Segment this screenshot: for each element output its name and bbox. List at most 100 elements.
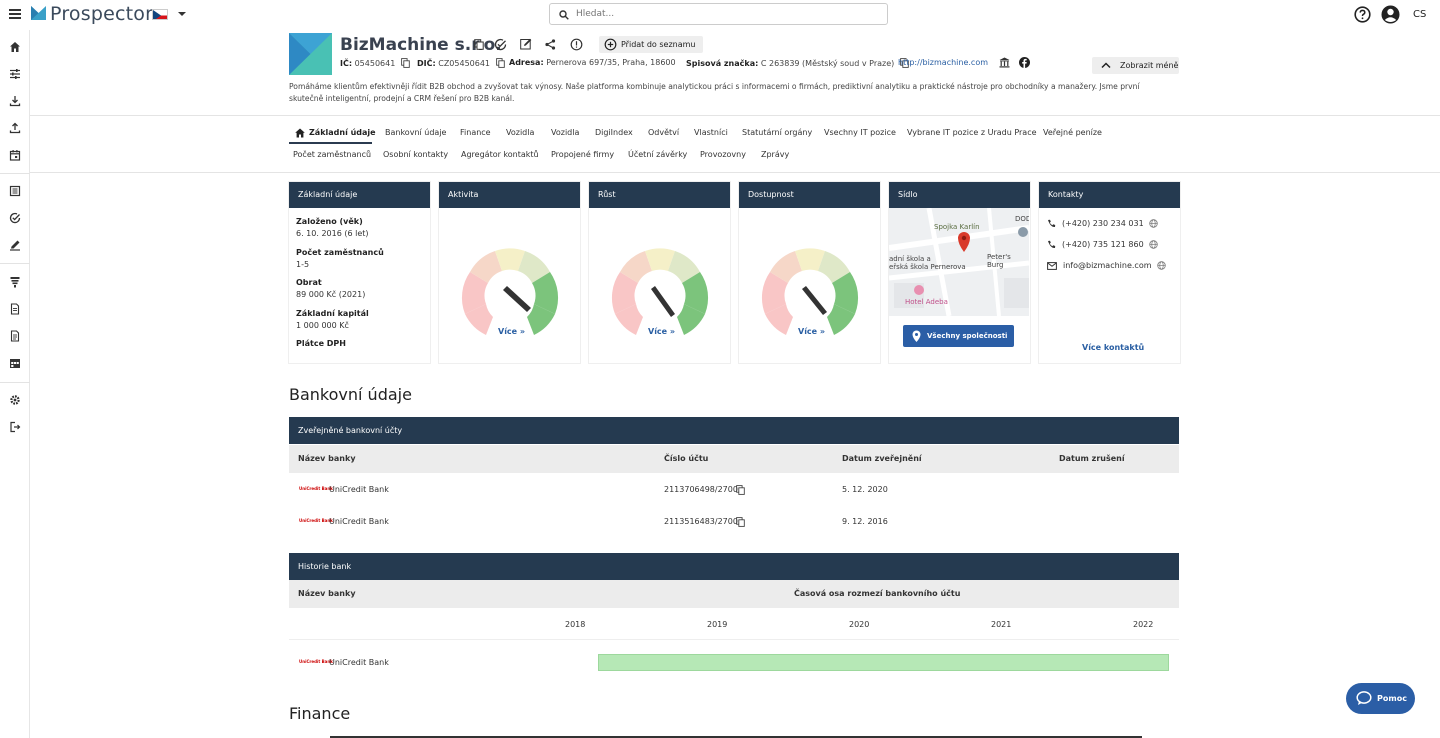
copy-icon[interactable] (736, 485, 745, 495)
tab-vozidla-2[interactable]: Vozidla (551, 128, 579, 137)
tab-pocet-zamestnancu[interactable]: Počet zaměstnanců (293, 150, 371, 159)
bank-building-icon[interactable] (999, 57, 1010, 68)
phone-2-value[interactable]: (+420) 735 121 860 (1062, 240, 1144, 249)
edit-icon[interactable] (9, 239, 21, 251)
copy-icon[interactable] (401, 58, 410, 68)
card-activity: Aktivita Více » (439, 182, 580, 363)
growth-more-link[interactable]: Více » (648, 327, 675, 336)
unicredit-logo: UniCredit Bank (299, 486, 333, 491)
language-code[interactable]: CS (1413, 9, 1426, 20)
company-address: Adresa: Pernerova 697/35, Praha, 18600 (509, 58, 676, 67)
email-value[interactable]: info@bizmachine.com (1063, 261, 1152, 270)
show-less-button[interactable]: Zobrazit méně (1092, 57, 1179, 74)
logout-icon[interactable] (9, 421, 21, 433)
timeline-year-2021: 2021 (991, 620, 1012, 629)
tab-statutarni-organy[interactable]: Statutární orgány (742, 128, 812, 137)
card-basic-info-title: Základní údaje (289, 182, 430, 208)
revenue-label: Obrat (296, 278, 322, 287)
help-button[interactable]: Pomoc (1346, 683, 1415, 714)
tab-vozidla[interactable]: Vozidla (506, 128, 534, 137)
finance-section-title: Finance (289, 704, 351, 723)
tab-verejne-penize[interactable]: Veřejné peníze (1043, 128, 1102, 137)
facebook-icon[interactable] (1019, 57, 1030, 68)
calendar-icon[interactable] (9, 149, 21, 161)
edit-note-icon[interactable] (520, 38, 532, 50)
funnel-icon[interactable] (9, 276, 21, 288)
language-dropdown-caret-icon[interactable] (178, 12, 186, 16)
account-number: 2113706498/2700 (664, 485, 738, 494)
account-icon[interactable] (1381, 5, 1400, 24)
add-to-list-button[interactable]: Přidat do seznamu (599, 36, 703, 53)
share-icon[interactable] (545, 39, 556, 50)
tab-vsechny-it-pozice[interactable]: Vsechny IT pozice (824, 128, 896, 137)
location-pin-icon (912, 330, 921, 342)
published-date: 5. 12. 2020 (842, 485, 888, 494)
tab-odvetvi[interactable]: Odvětví (648, 128, 679, 137)
filter-icon[interactable] (9, 68, 21, 80)
globe-icon[interactable] (1156, 261, 1166, 270)
calendar-grid-icon[interactable] (9, 357, 21, 369)
menu-icon[interactable] (9, 9, 21, 19)
tab-agregator-kontaktu[interactable]: Agregátor kontaktů (461, 150, 539, 159)
globe-icon[interactable] (1148, 219, 1158, 228)
czech-flag-icon[interactable] (152, 9, 168, 20)
active-tab-underline (289, 142, 372, 144)
bank-name: UniCredit Bank (329, 485, 389, 494)
help-circle-icon[interactable] (1354, 6, 1371, 23)
tab-digiindex[interactable]: DigiIndex (595, 128, 633, 137)
verified-check-icon[interactable] (494, 38, 507, 51)
account-number: 2113516483/2700 (664, 517, 738, 526)
list-icon[interactable] (9, 185, 21, 197)
info-alert-icon[interactable] (570, 38, 583, 51)
map-label-school-1: adní škola a (889, 255, 931, 263)
tab-zakladni-udaje[interactable]: Základní údaje (309, 128, 376, 137)
copy-icon[interactable] (474, 39, 484, 50)
bank-timeline-bar[interactable] (598, 654, 1169, 671)
search-box[interactable] (549, 3, 888, 25)
address-map[interactable]: Spojka Karlín adní škola a eřská škola P… (889, 208, 1029, 316)
phone-1-value[interactable]: (+420) 230 234 031 (1062, 219, 1144, 228)
contact-phone-1: (+420) 230 234 031 (1047, 219, 1158, 228)
tab-zpravy[interactable]: Zprávy (761, 150, 789, 159)
timeline-year-2019: 2019 (707, 620, 728, 629)
copy-icon[interactable] (495, 58, 505, 68)
download-icon[interactable] (9, 95, 21, 107)
availability-more-link[interactable]: Více » (798, 327, 825, 336)
all-companies-button[interactable]: Všechny společnosti (64) (903, 325, 1014, 362)
tab-provozovny[interactable]: Provozovny (700, 150, 746, 159)
published-accounts-column-header: Název banky Číslo účtu Datum zveřejnění … (289, 445, 1179, 473)
search-icon (559, 10, 569, 20)
more-contacts-link[interactable]: Více kontaktů (1082, 343, 1144, 352)
published-date: 9. 12. 2016 (842, 517, 888, 526)
timeline-year-2018: 2018 (565, 620, 586, 629)
map-label-dod: DOD (1015, 215, 1029, 223)
copy-icon[interactable] (736, 517, 745, 527)
globe-icon[interactable] (1148, 240, 1158, 249)
tab-finance[interactable]: Finance (460, 128, 491, 137)
unicredit-logo: UniCredit Bank (299, 518, 333, 523)
report-icon[interactable] (9, 330, 21, 342)
search-input[interactable] (576, 6, 876, 22)
bank-name: UniCredit Bank (329, 517, 389, 526)
settings-gear-icon[interactable] (9, 394, 21, 406)
app-logo-text[interactable]: Prospector (50, 3, 153, 25)
prospector-logo-icon[interactable] (31, 6, 46, 20)
document-icon[interactable] (9, 303, 21, 315)
upload-icon[interactable] (9, 122, 21, 134)
tab-bankovni-udaje[interactable]: Bankovní údaje (385, 128, 446, 137)
tab-vybrane-it-pozice[interactable]: Vybrane IT pozice z Uradu Prace (907, 128, 1037, 137)
tab-osobni-kontakty[interactable]: Osobní kontakty (383, 150, 448, 159)
availability-gauge (761, 248, 859, 335)
employees-label: Počet zaměstnanců (296, 248, 384, 257)
home-icon[interactable] (9, 41, 21, 53)
tab-ucetni-zaverky[interactable]: Účetní závěrky (628, 150, 687, 159)
activity-more-link[interactable]: Více » (498, 327, 525, 336)
tab-vlastnici[interactable]: Vlastníci (694, 128, 728, 137)
check-circle-icon[interactable] (9, 212, 21, 224)
table-row: UniCredit Bank UniCredit Bank 2113516483… (289, 505, 1179, 537)
tab-propojene-firmy[interactable]: Propojené firmy (551, 150, 614, 159)
founded-label: Založeno (věk) (296, 217, 363, 226)
map-label-peters: Peter's Burg (987, 253, 1011, 269)
show-less-label: Zobrazit méně (1120, 61, 1179, 70)
company-website-link[interactable]: http://bizmachine.com (898, 58, 988, 67)
